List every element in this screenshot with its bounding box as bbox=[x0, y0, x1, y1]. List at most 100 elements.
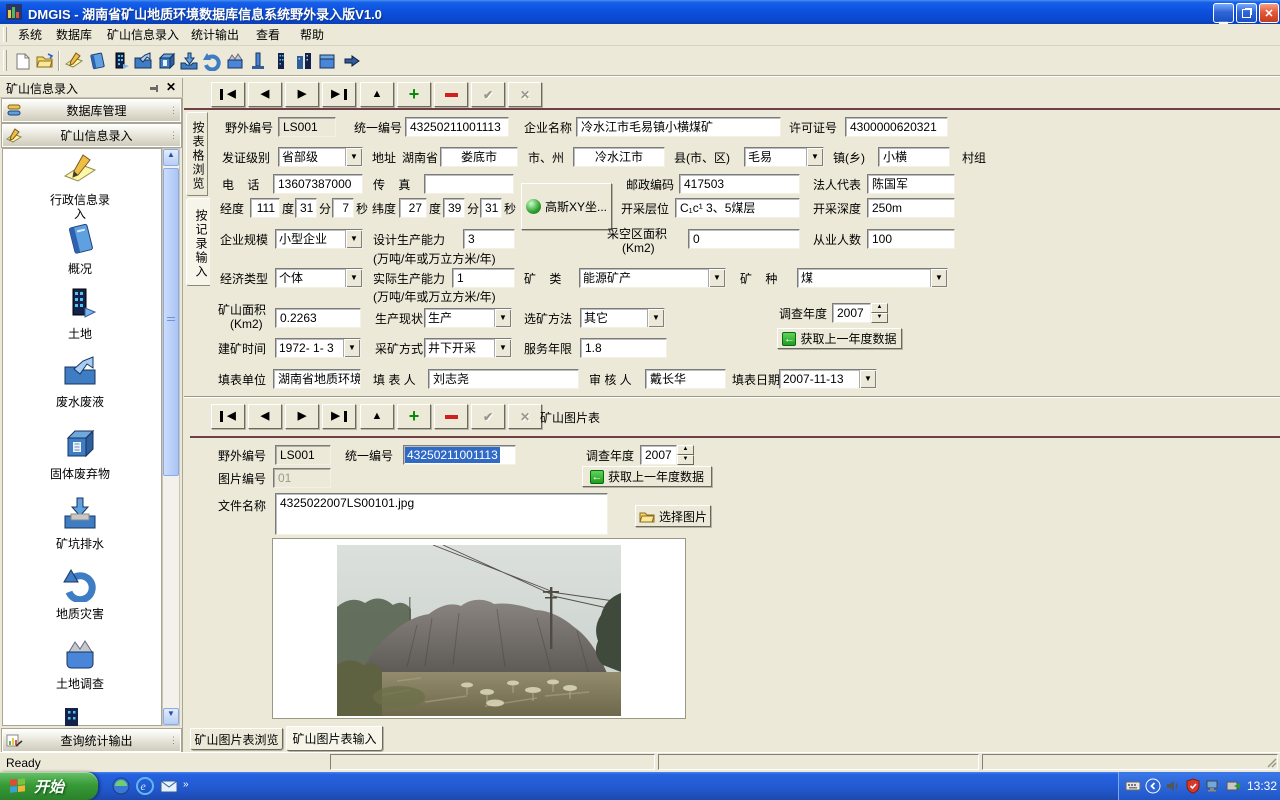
survey-year-value[interactable]: 2007 bbox=[832, 303, 871, 323]
scroll-down-arrow[interactable]: ▼ bbox=[163, 708, 179, 725]
new-file-icon[interactable] bbox=[12, 50, 34, 72]
area-field[interactable]: 0.2263 bbox=[275, 308, 361, 328]
spin-up-icon[interactable]: ▲ bbox=[871, 303, 888, 313]
dropdown-arrow-icon[interactable]: ▼ bbox=[647, 309, 664, 327]
nav-prev-button[interactable]: ◀ bbox=[248, 82, 282, 107]
survey-year-spinner[interactable]: 2007 ▲▼ bbox=[832, 303, 888, 323]
pillar-icon[interactable] bbox=[247, 50, 269, 72]
minimize-button[interactable]: ▁ bbox=[1213, 3, 1234, 23]
mining-mode-combo[interactable]: 井下开采▼ bbox=[424, 338, 512, 358]
choose-image-button[interactable]: 选择图片 bbox=[635, 505, 711, 527]
open-file-icon[interactable] bbox=[34, 50, 56, 72]
sidebar-item-geohazard[interactable]: 地质灾害 bbox=[10, 566, 150, 621]
county-combo[interactable]: 毛易▼ bbox=[744, 147, 824, 167]
photo-add-button[interactable]: + bbox=[397, 404, 431, 429]
photo-delete-button[interactable] bbox=[434, 404, 468, 429]
tray-keyboard-icon[interactable] bbox=[1125, 778, 1141, 794]
lat-sec-field[interactable]: 31 bbox=[480, 198, 502, 218]
sidebar-item-admin-entry[interactable]: 行政信息录 入 bbox=[10, 152, 150, 221]
spin-down-icon[interactable]: ▼ bbox=[871, 313, 888, 323]
actual-capacity-field[interactable]: 1 bbox=[452, 268, 515, 288]
city-field[interactable]: 冷水江市 bbox=[573, 147, 665, 167]
sidebar-item-wastewater[interactable]: 废水废液 bbox=[10, 354, 150, 409]
photo-nav-next-button[interactable]: ▶ bbox=[285, 404, 319, 429]
chest-icon[interactable] bbox=[316, 50, 338, 72]
prefecture-field[interactable]: 娄底市 bbox=[440, 147, 518, 167]
tray-network-icon[interactable] bbox=[1205, 778, 1221, 794]
nav-first-button[interactable]: ◀ bbox=[211, 82, 245, 107]
gauss-xy-button[interactable]: 高斯XY坐... bbox=[521, 183, 612, 230]
photo-nav-prev-button[interactable]: ◀ bbox=[248, 404, 282, 429]
exit-icon[interactable] bbox=[341, 50, 363, 72]
file-name-box[interactable]: 4325022007LS00101.jpg bbox=[275, 493, 608, 535]
goaf-field[interactable]: 0 bbox=[688, 229, 800, 249]
record-add-button[interactable]: + bbox=[397, 82, 431, 107]
tab-photo-entry[interactable]: 矿山图片表输入 bbox=[286, 726, 383, 751]
unified-no-field[interactable]: 43250211001113 bbox=[405, 117, 509, 137]
lat-min-field[interactable]: 39 bbox=[443, 198, 465, 218]
lat-deg-field[interactable]: 27 bbox=[399, 198, 427, 218]
lon-sec-field[interactable]: 7 bbox=[332, 198, 354, 218]
drainage-icon[interactable] bbox=[178, 50, 200, 72]
town-field[interactable]: 小横 bbox=[878, 147, 950, 167]
tray-volume-icon[interactable] bbox=[1165, 778, 1181, 794]
toolbar-grip[interactable] bbox=[3, 50, 7, 70]
photo-survey-year-spinner[interactable]: 2007 ▲▼ bbox=[640, 445, 694, 465]
scroll-thumb[interactable] bbox=[163, 168, 179, 476]
workers-field[interactable]: 100 bbox=[867, 229, 955, 249]
quicklaunch-ie-icon[interactable]: e bbox=[136, 777, 154, 795]
license-field[interactable]: 4300000620321 bbox=[845, 117, 948, 137]
org-field[interactable]: 湖南省地质环境 bbox=[273, 369, 361, 389]
design-capacity-field[interactable]: 3 bbox=[463, 229, 515, 249]
auditor-field[interactable]: 戴长华 bbox=[645, 369, 726, 389]
phone-field[interactable]: 13607387000 bbox=[273, 174, 363, 194]
photo-nav-top-button[interactable]: ▲ bbox=[360, 404, 394, 429]
photo-survey-year-value[interactable]: 2007 bbox=[640, 445, 677, 465]
service-field[interactable]: 1.8 bbox=[580, 338, 667, 358]
tab-entry-by-record[interactable]: 按记录输入 bbox=[186, 198, 210, 286]
sidebar-item-land[interactable]: 土地 bbox=[10, 286, 150, 341]
nav-top-button[interactable]: ▲ bbox=[360, 82, 394, 107]
sidebar-item-partial[interactable] bbox=[60, 706, 84, 726]
postcode-field[interactable]: 417503 bbox=[679, 174, 800, 194]
legal-rep-field[interactable]: 陈国军 bbox=[867, 174, 955, 194]
depth-field[interactable]: 250m bbox=[867, 198, 955, 218]
layer-field[interactable]: C₁c¹ 3、5煤层 bbox=[675, 198, 800, 218]
menu-help[interactable]: 帮助 bbox=[296, 27, 328, 44]
built-date-combo[interactable]: 1972- 1- 3▼ bbox=[275, 338, 361, 358]
tab-browse-by-table[interactable]: 按表格浏览 bbox=[186, 112, 208, 196]
sidebar-item-overview[interactable]: 概况 bbox=[10, 221, 150, 276]
prod-status-combo[interactable]: 生产▼ bbox=[424, 308, 512, 328]
start-button[interactable]: 开始 bbox=[0, 772, 98, 800]
date-combo[interactable]: 2007-11-13▼ bbox=[779, 369, 877, 389]
scale-combo[interactable]: 小型企业▼ bbox=[275, 229, 363, 249]
get-prev-year-button[interactable]: ← 获取上一年度数据 bbox=[777, 328, 902, 349]
geohazard-icon[interactable] bbox=[201, 50, 223, 72]
resize-grip[interactable] bbox=[1266, 757, 1278, 769]
pin-icon[interactable] bbox=[148, 82, 160, 94]
company-field[interactable]: 冷水江市毛易镇小横煤矿 bbox=[576, 117, 781, 137]
dropdown-arrow-icon[interactable]: ▼ bbox=[343, 339, 360, 357]
quicklaunch-msn-icon[interactable] bbox=[112, 777, 130, 795]
tray-security-shield-icon[interactable] bbox=[1185, 778, 1201, 794]
sidebar-item-mine-drainage[interactable]: 矿坑排水 bbox=[10, 496, 150, 551]
buildings-icon[interactable] bbox=[293, 50, 315, 72]
clock[interactable]: 13:32 bbox=[1247, 779, 1277, 793]
spin-up-icon[interactable]: ▲ bbox=[677, 445, 694, 455]
dropdown-arrow-icon[interactable]: ▼ bbox=[930, 269, 947, 287]
menu-system[interactable]: 系统 bbox=[14, 27, 46, 44]
nav-next-button[interactable]: ▶ bbox=[285, 82, 319, 107]
nav-last-button[interactable]: ▶ bbox=[322, 82, 356, 107]
menu-stats-output[interactable]: 统计输出 bbox=[187, 27, 243, 44]
dropdown-arrow-icon[interactable]: ▼ bbox=[708, 269, 725, 287]
dropdown-arrow-icon[interactable]: ▼ bbox=[345, 148, 362, 166]
tower-icon[interactable] bbox=[270, 50, 292, 72]
spin-down-icon[interactable]: ▼ bbox=[677, 455, 694, 465]
record-delete-button[interactable] bbox=[434, 82, 468, 107]
dropdown-arrow-icon[interactable]: ▼ bbox=[859, 370, 876, 388]
menu-database[interactable]: 数据库 bbox=[52, 27, 96, 44]
restore-button[interactable] bbox=[1236, 3, 1257, 23]
land-icon[interactable] bbox=[109, 50, 131, 72]
mine-class-combo[interactable]: 能源矿产▼ bbox=[579, 268, 726, 288]
photo-unified-no-field[interactable]: 43250211001113 bbox=[403, 445, 516, 465]
